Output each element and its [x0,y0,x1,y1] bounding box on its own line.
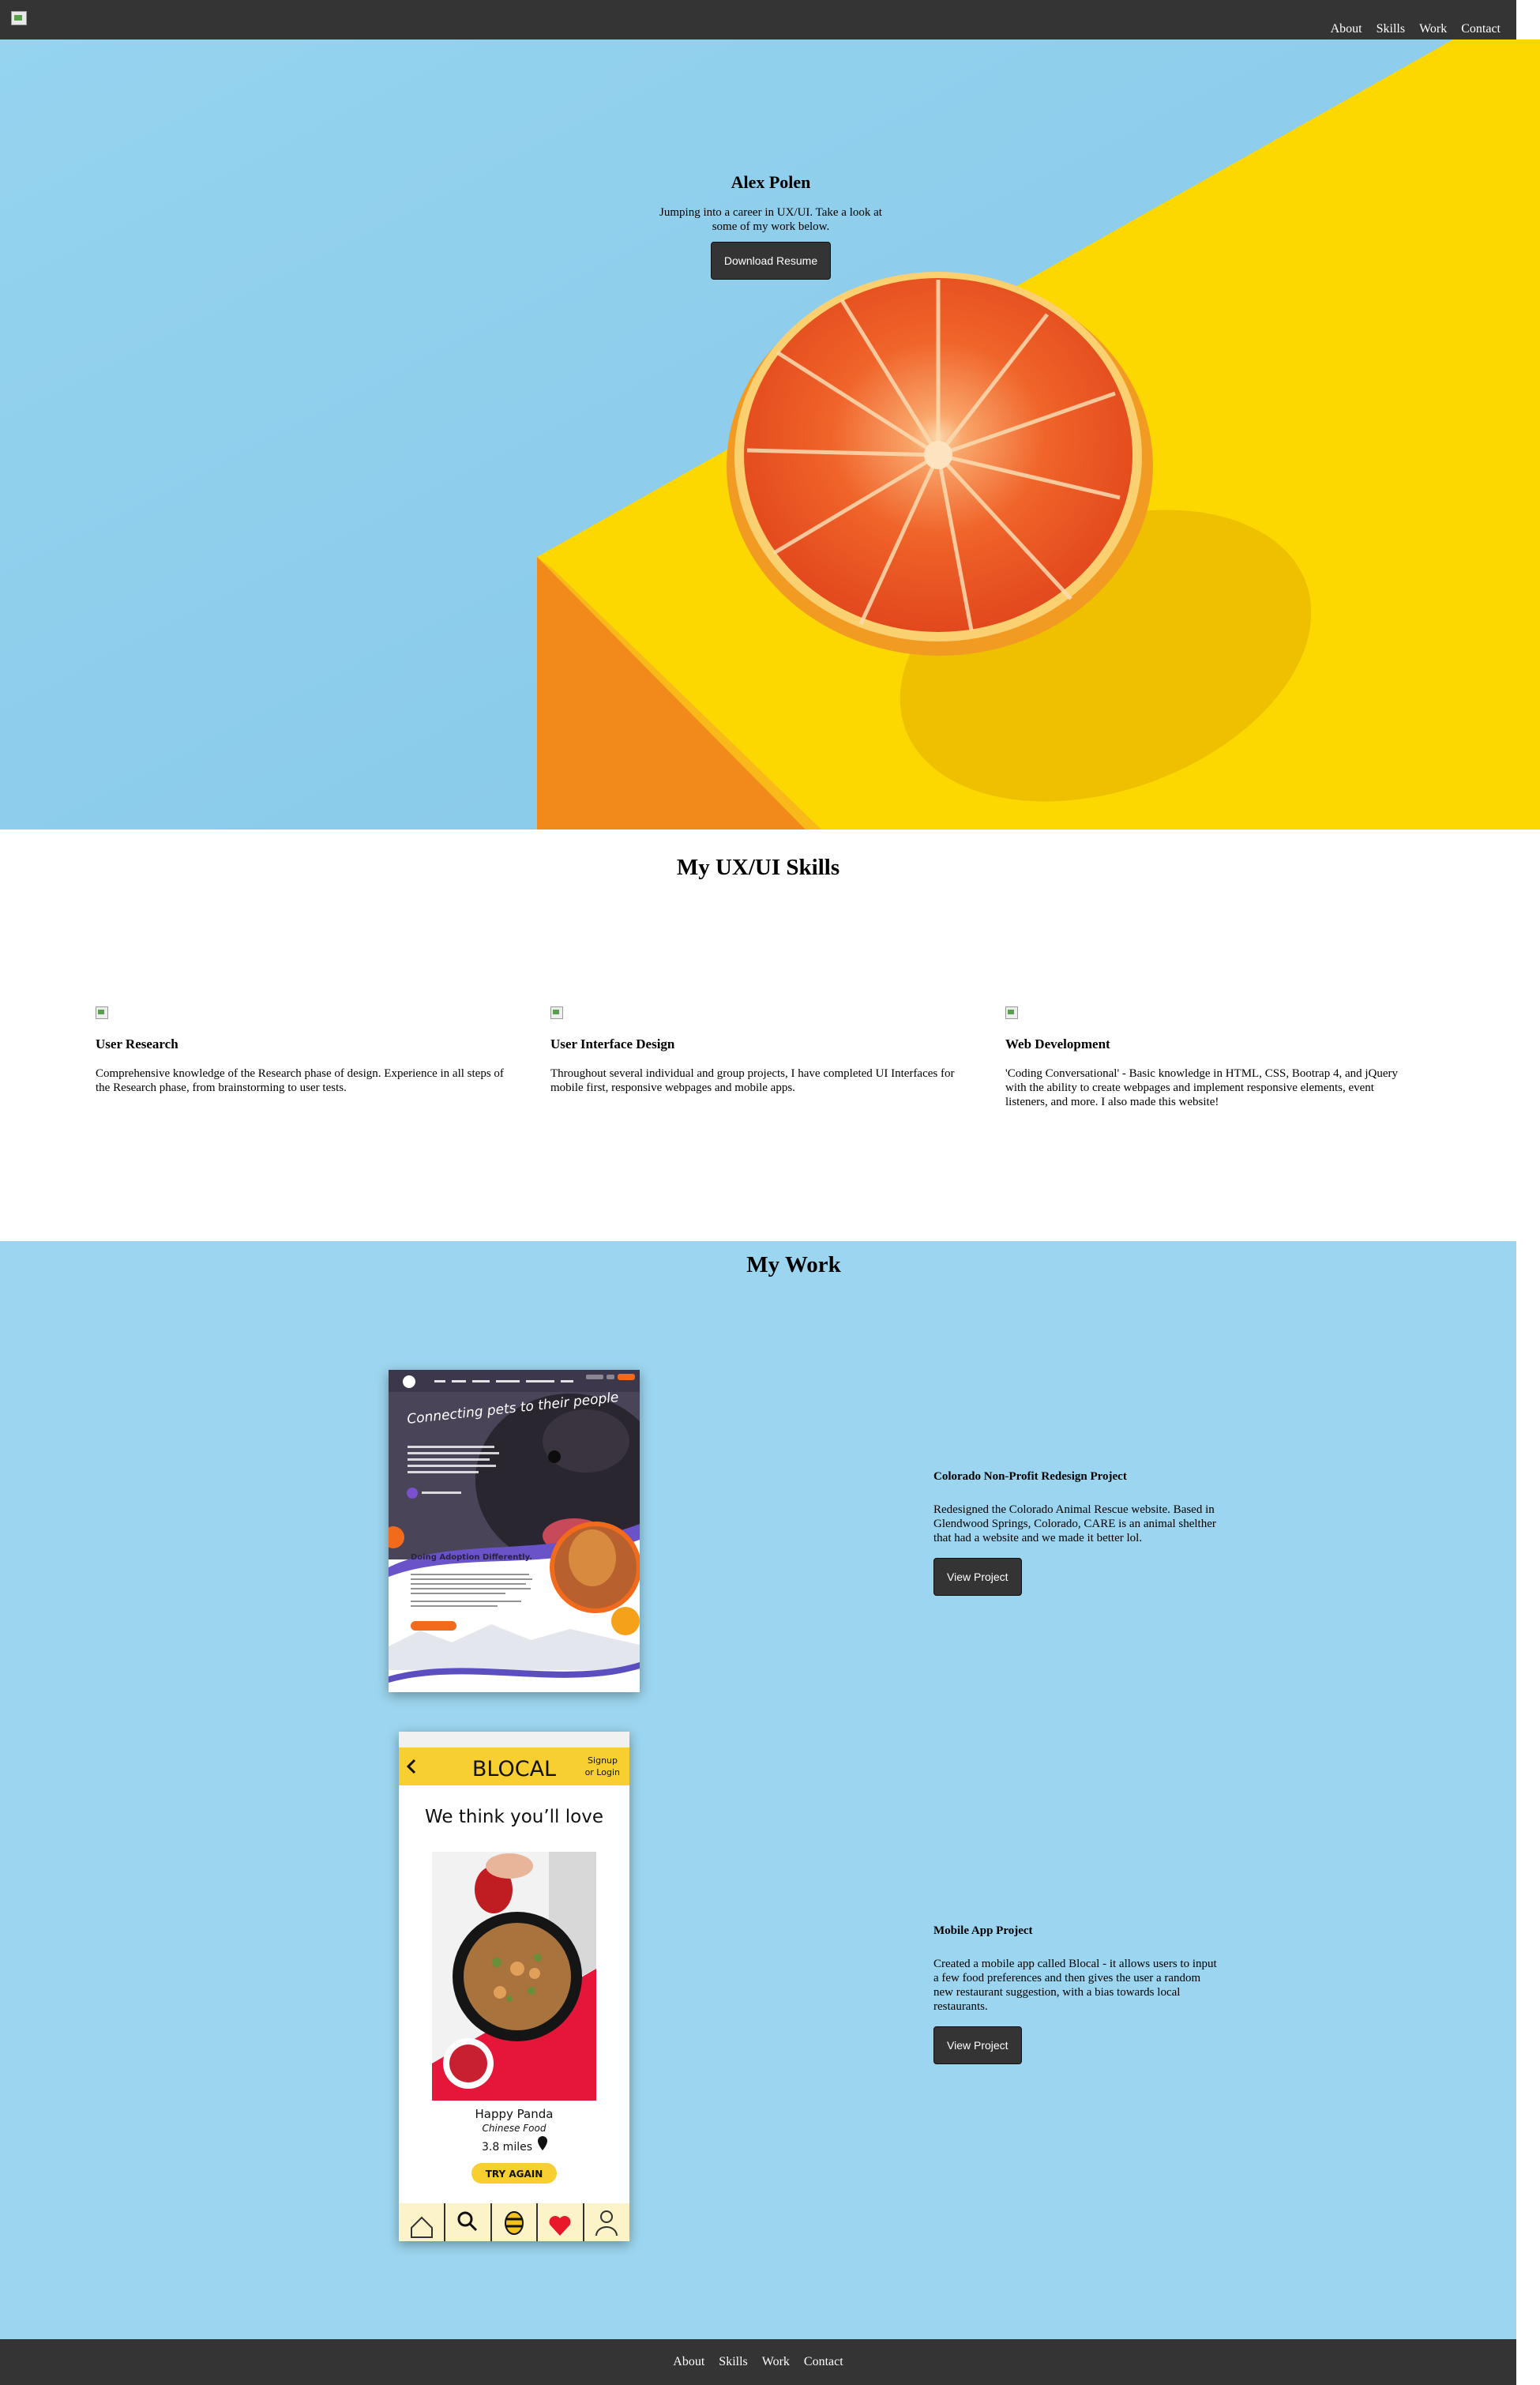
skill-text: Comprehensive knowledge of the Research … [96,1067,504,1094]
brand-logo-broken-image-icon[interactable] [11,11,27,25]
project-title: Mobile App Project [933,1924,1033,1937]
skill-title: User Research [96,1036,178,1051]
blocal-app-mockup-image[interactable]: BLOCAL Signup or Login We think you’ll l… [399,1732,629,2241]
signup-link: Signup [588,1755,618,1766]
work-title: My Work [746,1252,841,1277]
location-pin-icon [538,2136,547,2150]
footer-link-work[interactable]: Work [762,2355,790,2369]
project-card-blocal: Mobile App Project Created a mobile app … [933,1924,1218,2064]
restaurant-distance: 3.8 miles [482,2141,532,2154]
nav-link-work[interactable]: Work [1419,22,1447,36]
view-project-button[interactable]: View Project [933,1558,1022,1596]
skill-image-broken-icon [96,1006,108,1019]
skill-card-ui-design: User Interface Design Throughout several… [550,1006,961,1095]
suggestion-headline: We think you’ll love [425,1807,603,1827]
restaurant-cuisine: Chinese Food [483,2123,547,2134]
login-link: or Login [585,1767,620,1777]
app-name: BLOCAL [472,1757,556,1781]
nav-link-skills[interactable]: Skills [1377,22,1405,36]
footer: About Skills Work Contact [0,2339,1516,2385]
skill-image-broken-icon [1005,1006,1018,1019]
hero-content: Alex Polen Jumping into a career in UX/U… [652,172,889,280]
hero-subtitle: Jumping into a career in UX/UI. Take a l… [659,206,882,233]
view-project-button[interactable]: View Project [933,2026,1022,2064]
skill-title: Web Development [1005,1036,1110,1051]
nav-links: About Skills Work Contact [1331,22,1501,36]
skills-title: My UX/UI Skills [676,855,840,880]
top-navbar: About Skills Work Contact [0,0,1516,39]
skill-text: Throughout several individual and group … [550,1067,955,1094]
footer-links: About Skills Work Contact [0,2355,1516,2369]
download-resume-button[interactable]: Download Resume [710,242,832,280]
skill-card-web-development: Web Development 'Coding Conversational' … [1005,1006,1416,1109]
mockup-section-title: Doing Adoption Differently. [411,1553,532,1562]
project-description: Created a mobile app called Blocal - it … [933,1958,1217,2013]
skill-title: User Interface Design [550,1036,675,1051]
skill-image-broken-icon [550,1006,563,1019]
project-description: Redesigned the Colorado Animal Rescue we… [933,1503,1216,1544]
project-card-care: Colorado Non-Profit Redesign Project Red… [933,1470,1218,1596]
care-website-mockup-image[interactable]: Connecting pets to their people Doing Ad… [389,1370,640,1692]
work-section: My Work Connecting pets to their people [0,1241,1516,2339]
skill-text: 'Coding Conversational' - Basic knowledg… [1005,1067,1399,1108]
try-again-button: TRY AGAIN [486,2169,543,2180]
footer-link-about[interactable]: About [673,2355,704,2369]
restaurant-name: Happy Panda [475,2107,554,2121]
skill-card-user-research: User Research Comprehensive knowledge of… [96,1006,506,1095]
hero-section: Alex Polen Jumping into a career in UX/U… [0,39,1540,829]
project-title: Colorado Non-Profit Redesign Project [933,1470,1127,1483]
nav-link-about[interactable]: About [1331,22,1362,36]
nav-link-contact[interactable]: Contact [1461,22,1501,36]
hero-title: Alex Polen [731,172,811,192]
hero-grapefruit-image [0,39,1540,829]
footer-link-contact[interactable]: Contact [804,2355,843,2369]
footer-link-skills[interactable]: Skills [719,2355,747,2369]
bee-icon [505,2211,524,2235]
